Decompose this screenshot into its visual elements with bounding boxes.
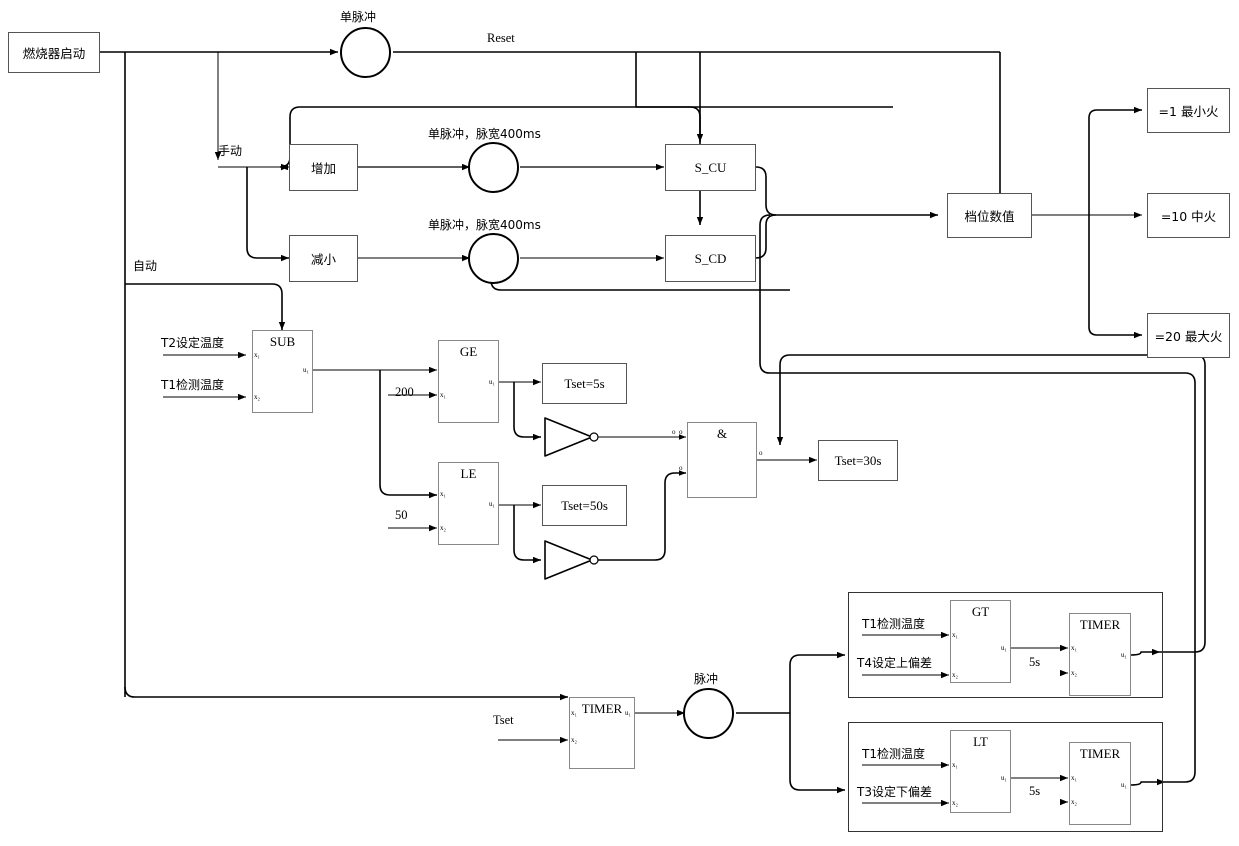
block-decrease[interactable]: 减小 [289, 235, 358, 282]
pulse-gen-decrease[interactable] [468, 233, 519, 284]
pin-timer-main-x1: x₁ [571, 709, 577, 717]
pin-inv1-out: o [672, 428, 676, 436]
block-lt[interactable]: LT [950, 730, 1011, 813]
pin-timer-gt-x2: x₂ [1071, 669, 1077, 677]
pin-timer-main-u1: u₁ [625, 709, 631, 717]
pin-sub-u1: u₁ [303, 366, 309, 374]
block-timer-main-label: TIMER [581, 701, 623, 716]
pin-and-out: o [759, 449, 763, 457]
diagram-canvas: 燃烧器启动 增加 减小 S_CU S_CD 档位数值 =1 最小火 =10 中火… [0, 0, 1239, 846]
block-sub-label: SUB [269, 334, 296, 349]
block-timer-gt-label: TIMER [1079, 617, 1121, 632]
pin-sub-x1: x₁ [254, 351, 260, 359]
label-t1-measured-temp: T1检测温度 [161, 378, 224, 392]
pin-gt-u1: u₁ [1001, 644, 1007, 652]
label-t1-measured-temp-lt: T1检测温度 [862, 747, 925, 761]
pulse-gen-timer[interactable] [683, 688, 734, 739]
block-increase[interactable]: 增加 [289, 144, 358, 191]
pin-timer-lt-x1: x₁ [1071, 774, 1077, 782]
label-const-200: 200 [395, 385, 414, 399]
label-const-5s-gt: 5s [1029, 655, 1041, 669]
block-increase-label: 增加 [310, 161, 336, 176]
pin-timer-lt-u1: u₁ [1121, 781, 1127, 789]
pin-timer-gt-u1: u₁ [1121, 651, 1127, 659]
block-tset-30s-label: Tset=30s [834, 452, 882, 468]
block-burner-start-label: 燃烧器启动 [22, 46, 86, 61]
block-tset-50s[interactable]: Tset=50s [542, 485, 627, 526]
pin-timer-gt-x1: x₁ [1071, 644, 1077, 652]
block-gear-value[interactable]: 档位数值 [947, 193, 1032, 238]
block-and-gate[interactable]: & [687, 422, 757, 498]
block-gt-label: GT [971, 604, 990, 619]
pin-lt-x2: x₂ [952, 799, 958, 807]
block-s-cu[interactable]: S_CU [665, 144, 756, 191]
block-tset-50s-label: Tset=50s [561, 497, 608, 513]
block-tset-5s-label: Tset=5s [564, 375, 605, 391]
pin-and-in1: o [679, 428, 683, 436]
block-ge-label: GE [459, 344, 478, 359]
pin-and-in2: o [679, 464, 683, 472]
label-reset: Reset [487, 31, 515, 45]
label-pulse-400ms-increase: 单脉冲，脉宽400ms [428, 127, 541, 141]
pulse-gen-single-top[interactable] [340, 27, 391, 78]
block-output-mid-fire-label: =10 中火 [1160, 209, 1217, 224]
pin-ge-u1: u₁ [489, 378, 495, 386]
label-t2-set-temp: T2设定温度 [161, 336, 224, 350]
block-burner-start[interactable]: 燃烧器启动 [8, 32, 100, 73]
block-timer-lt-label: TIMER [1079, 746, 1121, 761]
label-pulse: 脉冲 [694, 672, 719, 686]
pin-sub-x2: x₂ [254, 393, 260, 401]
label-t3-lower-deviation: T3设定下偏差 [857, 785, 932, 799]
label-tset: Tset [493, 713, 514, 727]
block-s-cu-label: S_CU [694, 159, 727, 175]
block-gear-value-label: 档位数值 [964, 209, 1015, 224]
block-s-cd[interactable]: S_CD [665, 235, 756, 282]
pin-le-u1: u₁ [489, 500, 495, 508]
label-t1-measured-temp-gt: T1检测温度 [862, 617, 925, 631]
block-output-min-fire[interactable]: =1 最小火 [1147, 88, 1230, 133]
block-s-cd-label: S_CD [694, 250, 727, 266]
block-timer-main[interactable]: TIMER [569, 697, 635, 769]
pulse-gen-increase[interactable] [468, 142, 519, 193]
pin-le-x1: x₁ [440, 490, 446, 498]
block-gt[interactable]: GT [950, 600, 1011, 683]
label-auto: 自动 [133, 259, 158, 273]
label-manual: 手动 [218, 144, 243, 158]
label-single-pulse-top: 单脉冲 [340, 10, 377, 24]
pin-gt-x2: x₂ [952, 671, 958, 679]
label-t4-upper-deviation: T4设定上偏差 [857, 656, 932, 670]
block-output-max-fire-label: =20 最大火 [1154, 329, 1223, 344]
block-output-mid-fire[interactable]: =10 中火 [1147, 193, 1230, 238]
pin-timer-main-x2: x₂ [571, 736, 577, 744]
block-tset-30s[interactable]: Tset=30s [818, 440, 898, 481]
block-lt-label: LT [973, 734, 988, 749]
pin-ge-x1: x₁ [440, 391, 446, 399]
block-le-label: LE [460, 466, 477, 481]
block-and-gate-label: & [716, 426, 728, 441]
label-pulse-400ms-decrease: 单脉冲，脉宽400ms [428, 218, 541, 232]
pin-timer-lt-x2: x₂ [1071, 798, 1077, 806]
block-output-min-fire-label: =1 最小火 [1158, 104, 1219, 119]
label-const-5s-lt: 5s [1029, 784, 1041, 798]
block-decrease-label: 减小 [310, 252, 336, 267]
pin-gt-x1: x₁ [952, 631, 958, 639]
pin-lt-u1: u₁ [1001, 774, 1007, 782]
label-const-50: 50 [395, 508, 408, 522]
pin-le-x2: x₂ [440, 524, 446, 532]
block-tset-5s[interactable]: Tset=5s [542, 363, 627, 404]
pin-lt-x1: x₁ [952, 761, 958, 769]
block-output-max-fire[interactable]: =20 最大火 [1147, 313, 1230, 358]
